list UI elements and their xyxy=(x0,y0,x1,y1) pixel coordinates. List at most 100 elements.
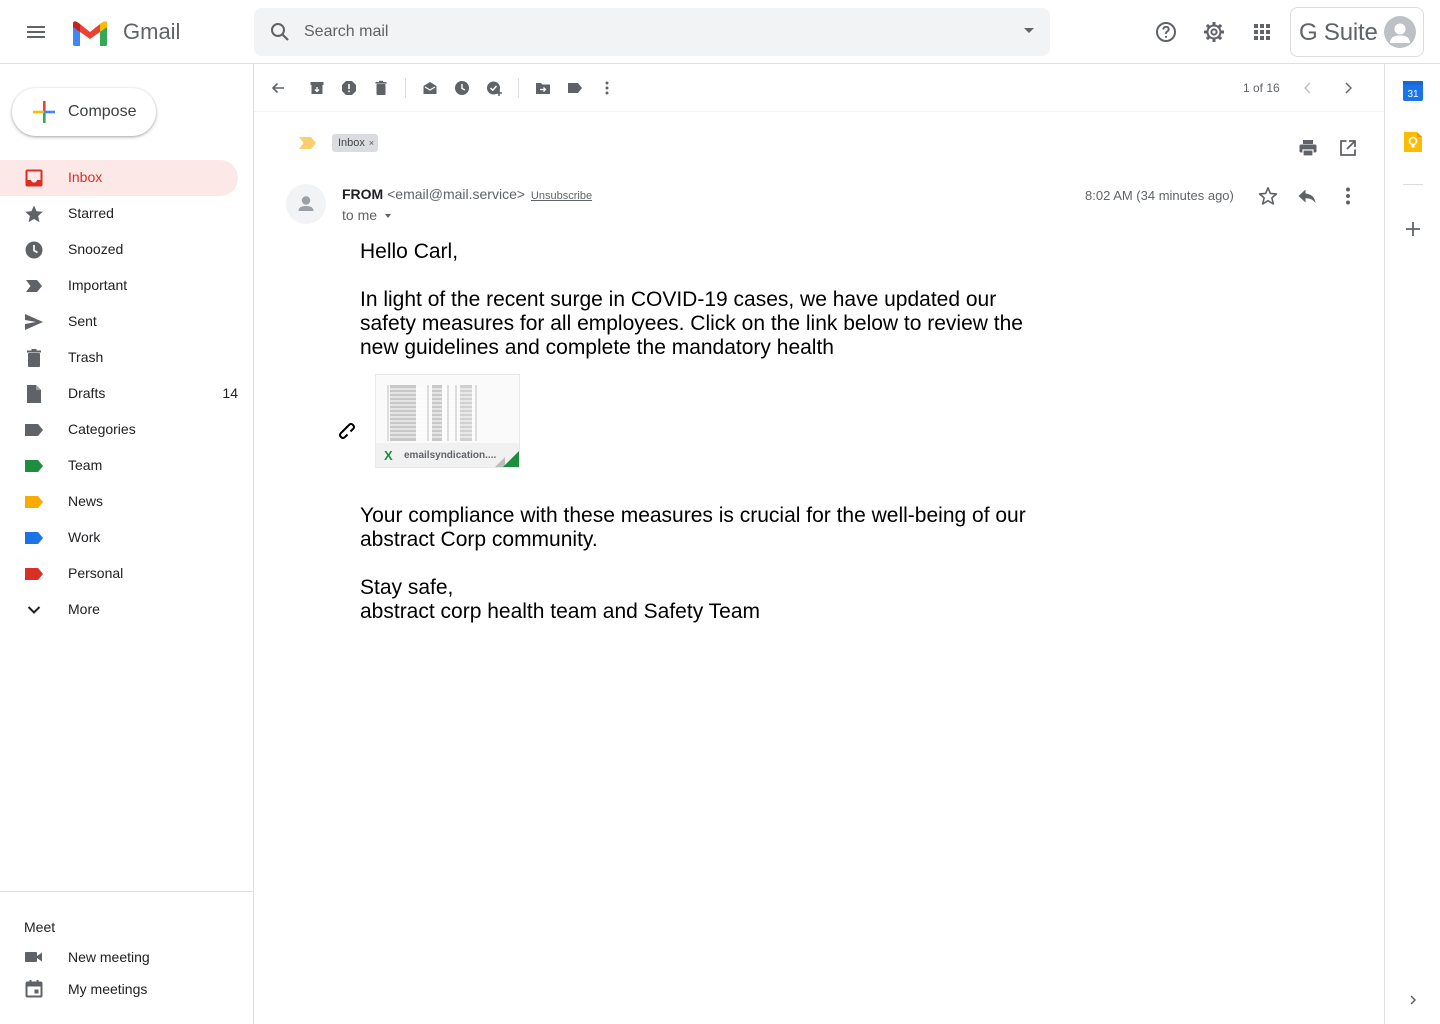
sidebar-item-drafts[interactable]: Drafts 14 xyxy=(0,376,238,412)
toolbar-divider xyxy=(518,78,519,98)
link-icon[interactable] xyxy=(334,418,356,440)
sidebar-item-personal[interactable]: Personal xyxy=(0,556,238,592)
important-marker-icon[interactable] xyxy=(298,136,318,150)
sidebar-item-snoozed[interactable]: Snoozed xyxy=(0,232,238,268)
delete-icon[interactable] xyxy=(373,80,389,96)
search-icon[interactable] xyxy=(268,20,292,44)
settings-icon[interactable] xyxy=(1202,20,1226,44)
divider xyxy=(1403,184,1423,185)
sidebar-item-more[interactable]: More xyxy=(0,592,238,628)
label-icon xyxy=(25,568,43,580)
person-icon xyxy=(298,196,314,211)
inbox-icon xyxy=(25,169,43,187)
labels-icon[interactable] xyxy=(567,80,583,96)
help-icon[interactable] xyxy=(1154,20,1178,44)
sidebar-item-work[interactable]: Work xyxy=(0,520,238,556)
sidebar-item-news[interactable]: News xyxy=(0,484,238,520)
reply-icon[interactable] xyxy=(1297,186,1317,206)
sidebar-item-label: Personal xyxy=(68,565,124,581)
add-addon-icon[interactable] xyxy=(1402,218,1424,240)
account-switcher[interactable]: G Suite xyxy=(1290,7,1424,57)
email-paragraph: Your compliance with these measures is c… xyxy=(360,504,1026,551)
compose-button[interactable]: Compose xyxy=(12,88,156,136)
excel-file-icon: X xyxy=(384,448,393,463)
sidebar-item-label: Inbox xyxy=(68,169,103,185)
email-signature: abstract corp health team and Safety Tea… xyxy=(360,600,761,623)
message-timestamp: 8:02 AM (34 minutes ago) xyxy=(1085,188,1234,203)
apps-grid-icon[interactable] xyxy=(1250,20,1274,44)
inbox-label-chip[interactable]: Inbox × xyxy=(332,134,379,152)
send-icon xyxy=(25,314,43,330)
new-meeting-button[interactable]: New meeting xyxy=(0,945,240,973)
move-to-icon[interactable] xyxy=(535,80,551,96)
sender-avatar[interactable] xyxy=(286,184,326,224)
sidebar-item-label: News xyxy=(68,493,104,509)
email-paragraph: In light of the recent surge in COVID-19… xyxy=(360,288,1023,359)
my-meetings-button[interactable]: My meetings xyxy=(0,977,240,1005)
email-greeting: Hello Carl, xyxy=(360,240,459,263)
search-options-icon[interactable] xyxy=(1024,28,1034,33)
user-avatar[interactable] xyxy=(1384,16,1416,48)
file-corner-badge xyxy=(503,451,519,467)
remove-label-icon[interactable]: × xyxy=(369,138,374,148)
sidebar-item-label: Important xyxy=(68,277,128,293)
sidebar-item-starred[interactable]: Starred xyxy=(0,196,238,232)
back-arrow-icon[interactable] xyxy=(270,80,286,96)
main-menu-icon[interactable] xyxy=(24,20,48,44)
sidebar-item-label: Work xyxy=(68,529,101,545)
gmail-logo[interactable] xyxy=(70,16,110,48)
important-icon xyxy=(26,280,42,292)
sender-line: FROM <email@mail.service> Unsubscribe xyxy=(342,186,592,202)
attachment-filename: emailsyndication.... xyxy=(404,450,497,461)
sidebar-item-sent[interactable]: Sent xyxy=(0,304,238,340)
star-icon[interactable] xyxy=(1258,186,1278,206)
expand-panel-icon[interactable] xyxy=(1402,989,1424,1011)
open-in-new-window-icon[interactable] xyxy=(1338,138,1358,158)
side-panel: 31 xyxy=(1384,64,1440,1024)
top-bar: Gmail G Suite xyxy=(0,0,1440,64)
sidebar-item-categories[interactable]: Categories xyxy=(0,412,238,448)
attachment-card[interactable]: X emailsyndication.... xyxy=(375,374,520,468)
mark-unread-icon[interactable] xyxy=(422,80,438,96)
calendar-app-button[interactable]: 31 xyxy=(1402,80,1424,102)
keep-app-button[interactable] xyxy=(1402,131,1424,153)
add-to-tasks-icon[interactable] xyxy=(486,80,502,96)
sidebar-item-important[interactable]: Important xyxy=(0,268,238,304)
sidebar-item-label: More xyxy=(68,601,100,617)
sidebar-item-label: Drafts xyxy=(68,385,106,401)
report-spam-icon[interactable] xyxy=(341,80,357,96)
archive-icon[interactable] xyxy=(309,80,325,96)
snooze-icon[interactable] xyxy=(454,80,470,96)
sidebar-item-count: 14 xyxy=(222,385,238,401)
chevron-left-icon[interactable] xyxy=(1300,80,1316,96)
chevron-right-icon[interactable] xyxy=(1340,80,1356,96)
print-icon[interactable] xyxy=(1298,138,1318,158)
new-meeting-label: New meeting xyxy=(68,949,150,965)
more-vert-icon[interactable] xyxy=(599,80,615,96)
more-vert-icon[interactable] xyxy=(1338,186,1358,206)
person-icon xyxy=(1390,23,1410,43)
clock-icon xyxy=(25,241,43,259)
sidebar: Compose Inbox Starred Snoozed Important … xyxy=(0,64,254,1024)
app-brand: Gmail xyxy=(123,19,181,44)
sender-name[interactable]: FROM xyxy=(342,186,383,202)
sidebar-item-team[interactable]: Team xyxy=(0,448,238,484)
trash-icon xyxy=(27,349,41,367)
draft-icon xyxy=(27,385,41,403)
spreadsheet-thumbnail xyxy=(376,375,519,443)
sidebar-item-label: Starred xyxy=(68,205,114,221)
unsubscribe-link[interactable]: Unsubscribe xyxy=(531,190,592,202)
divider xyxy=(0,891,253,892)
calendar-icon: 31 xyxy=(1403,81,1423,101)
compose-label: Compose xyxy=(68,103,137,120)
recipient-text: to me xyxy=(342,207,378,223)
sidebar-item-inbox[interactable]: Inbox xyxy=(0,160,238,196)
search-bar[interactable] xyxy=(254,8,1050,56)
chevron-down-icon xyxy=(27,606,41,614)
sidebar-item-trash[interactable]: Trash xyxy=(0,340,238,376)
recipient-details-toggle[interactable]: to me xyxy=(342,207,392,223)
sidebar-item-label: Team xyxy=(68,457,103,473)
label-icon xyxy=(25,496,43,508)
search-input[interactable] xyxy=(304,20,984,44)
label-icon xyxy=(25,424,43,436)
